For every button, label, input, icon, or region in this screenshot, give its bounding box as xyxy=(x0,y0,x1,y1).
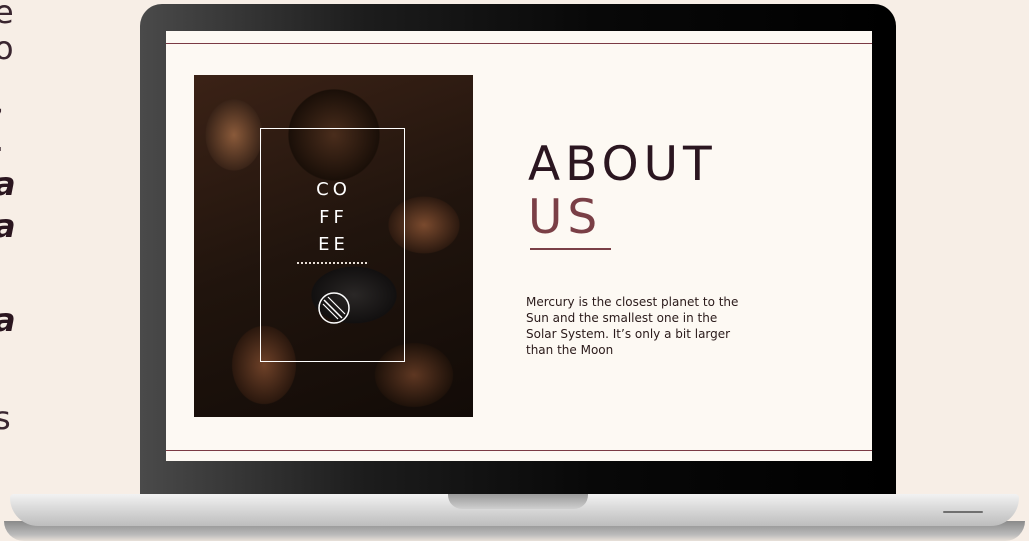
top-rule xyxy=(166,43,872,44)
side-text-line: o xyxy=(0,29,14,67)
coffee-beans-photo: CO FF EE xyxy=(194,75,473,417)
side-text-line: e xyxy=(0,0,14,31)
bottom-rule xyxy=(166,450,872,451)
coffee-bean-icon xyxy=(318,292,350,324)
badge-text-line: FF xyxy=(319,207,348,228)
side-text-line: l xyxy=(0,258,3,290)
title-line-1: ABOUT xyxy=(528,137,717,192)
badge-text-line: EE xyxy=(318,234,349,255)
laptop-side-slot xyxy=(943,511,983,513)
side-text-line: a xyxy=(0,210,16,242)
side-text-line: a xyxy=(0,168,16,200)
badge-text-line: CO xyxy=(316,179,351,200)
laptop-screen: CO FF EE ABOUT US Mercury is the closest… xyxy=(166,31,872,461)
cropped-side-text: e o , . a a l a s xyxy=(0,0,30,460)
dotted-divider xyxy=(297,262,367,268)
title-line-2: US xyxy=(528,190,603,245)
title-underline xyxy=(530,248,611,250)
slide-body-text: Mercury is the closest planet to the Sun… xyxy=(526,295,739,357)
side-text-line: s xyxy=(0,399,11,437)
laptop-notch xyxy=(448,494,588,509)
side-text-line: . xyxy=(0,124,4,156)
side-text-line: a xyxy=(0,304,16,336)
coffee-badge-frame: CO FF EE xyxy=(260,128,405,362)
slide-title: ABOUT US xyxy=(528,141,717,241)
side-text-line: , xyxy=(0,86,4,118)
